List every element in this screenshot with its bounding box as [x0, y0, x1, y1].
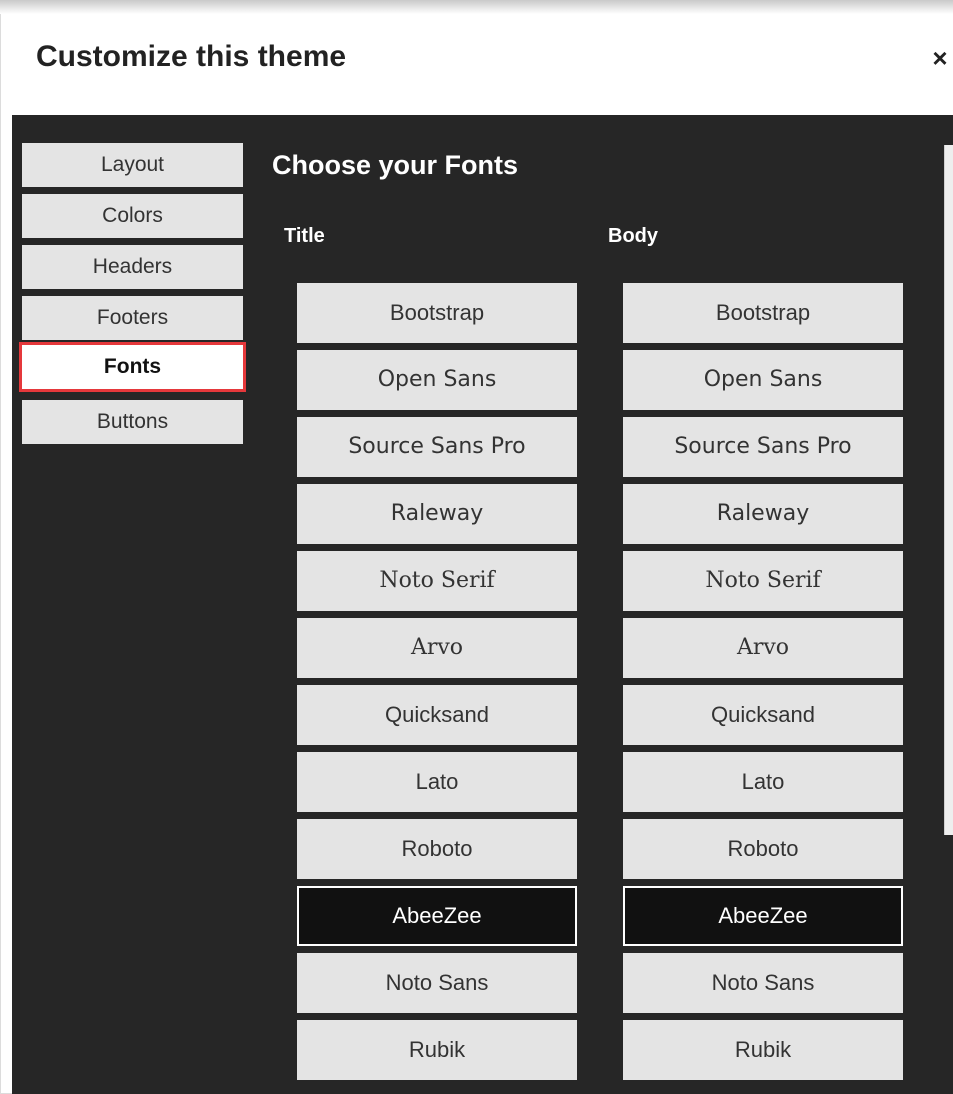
body-font-option-roboto[interactable]: Roboto: [623, 819, 903, 879]
customize-theme-dialog: Customize this theme × Layout Colors Hea…: [0, 0, 953, 1094]
sidebar-item-headers[interactable]: Headers: [22, 245, 243, 289]
body-font-option-bootstrap[interactable]: Bootstrap: [623, 283, 903, 343]
title-font-option-noto-sans[interactable]: Noto Sans: [297, 953, 577, 1013]
title-font-option-source-sans-pro[interactable]: Source Sans Pro: [297, 417, 577, 477]
scrollbar[interactable]: [944, 145, 953, 835]
title-font-option-bootstrap[interactable]: Bootstrap: [297, 283, 577, 343]
body-font-option-noto-sans[interactable]: Noto Sans: [623, 953, 903, 1013]
sidebar-item-colors[interactable]: Colors: [22, 194, 243, 238]
body-font-option-raleway[interactable]: Raleway: [623, 484, 903, 544]
close-icon[interactable]: ×: [926, 44, 953, 72]
body-font-option-open-sans[interactable]: Open Sans: [623, 350, 903, 410]
body-font-option-source-sans-pro[interactable]: Source Sans Pro: [623, 417, 903, 477]
title-font-option-quicksand[interactable]: Quicksand: [297, 685, 577, 745]
body-font-option-noto-serif[interactable]: Noto Serif: [623, 551, 903, 611]
sidebar-item-buttons[interactable]: Buttons: [22, 400, 243, 444]
title-font-option-abeezee[interactable]: AbeeZee: [297, 886, 577, 946]
title-font-option-lato[interactable]: Lato: [297, 752, 577, 812]
sidebar-item-fonts[interactable]: Fonts: [19, 342, 246, 392]
body-font-option-rubik[interactable]: Rubik: [623, 1020, 903, 1080]
section-title: Choose your Fonts: [272, 150, 519, 180]
body-font-option-lato[interactable]: Lato: [623, 752, 903, 812]
body-font-option-quicksand[interactable]: Quicksand: [623, 685, 903, 745]
body-column-label: Body: [608, 225, 658, 247]
sidebar-item-layout[interactable]: Layout: [22, 143, 243, 187]
title-font-option-open-sans[interactable]: Open Sans: [297, 350, 577, 410]
body-font-option-arvo[interactable]: Arvo: [623, 618, 903, 678]
dialog-title: Customize this theme: [36, 40, 347, 73]
title-column-label: Title: [284, 225, 325, 247]
sidebar-item-footers[interactable]: Footers: [22, 296, 243, 340]
dialog-header: Customize this theme ×: [12, 14, 953, 115]
title-font-option-arvo[interactable]: Arvo: [297, 618, 577, 678]
title-font-option-noto-serif[interactable]: Noto Serif: [297, 551, 577, 611]
title-font-option-raleway[interactable]: Raleway: [297, 484, 577, 544]
body-font-option-abeezee[interactable]: AbeeZee: [623, 886, 903, 946]
title-font-option-roboto[interactable]: Roboto: [297, 819, 577, 879]
window-edge: [0, 0, 953, 14]
title-font-option-rubik[interactable]: Rubik: [297, 1020, 577, 1080]
